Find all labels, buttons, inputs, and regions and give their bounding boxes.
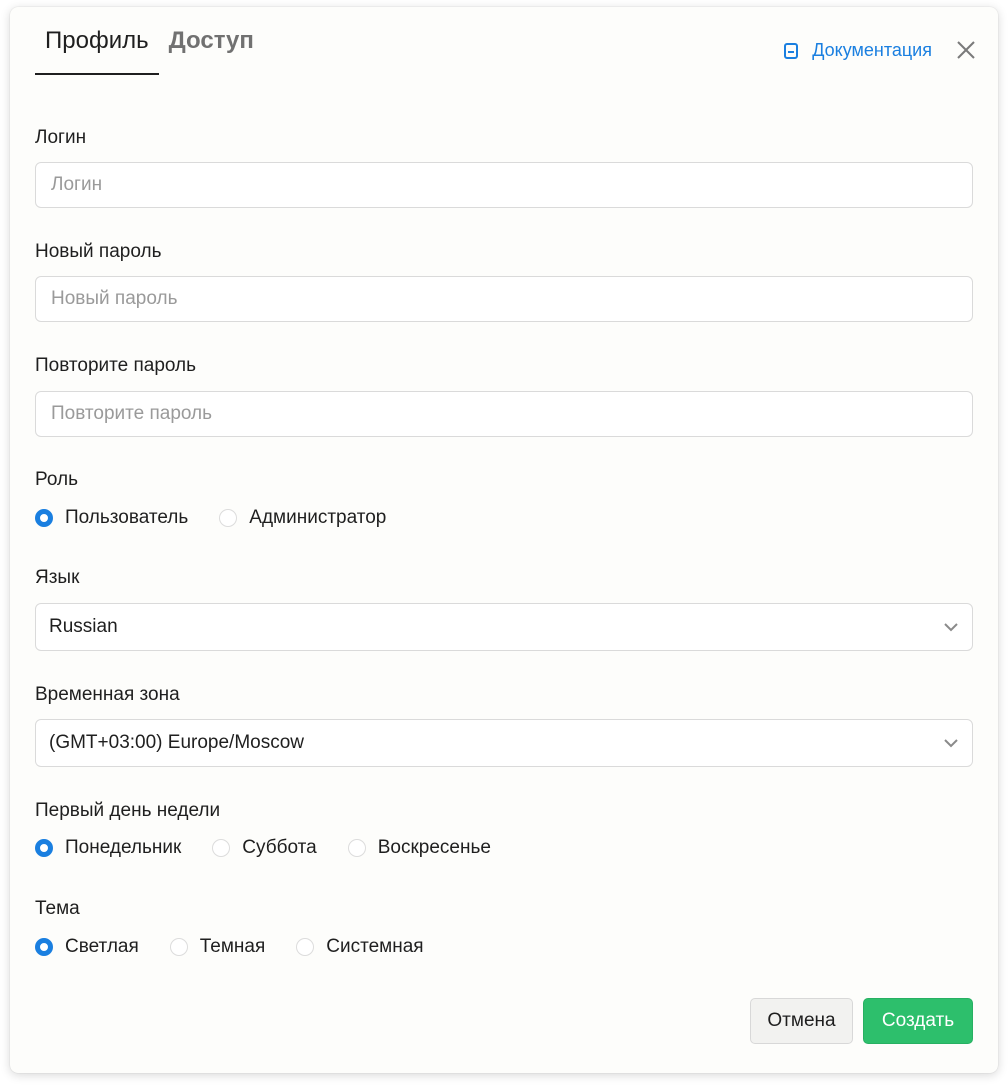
timezone-label: Временная зона: [35, 684, 180, 705]
theme-label: Тема: [35, 898, 80, 919]
first-day-option-saturday[interactable]: Суббота: [212, 837, 317, 859]
first-day-option-monday[interactable]: Понедельник: [35, 837, 181, 859]
create-button[interactable]: Создать: [863, 998, 973, 1044]
book-icon: [784, 42, 799, 59]
theme-option-dark[interactable]: Темная: [169, 936, 266, 958]
first-day-option-sunday[interactable]: Воскресенье: [347, 837, 491, 859]
radio-button-checked[interactable]: [35, 839, 53, 857]
theme-option-system-label: Системная: [326, 936, 424, 957]
theme-option-dark-label: Темная: [199, 936, 266, 957]
role-radio-group: Пользователь Администратор: [35, 507, 417, 529]
login-input[interactable]: [35, 162, 973, 208]
tab-access[interactable]: Доступ: [169, 7, 254, 73]
timezone-select-value: (GMT+03:00) Europe/Moscow: [49, 732, 305, 753]
first-day-label: Первый день недели: [35, 800, 221, 821]
radio-button[interactable]: [347, 839, 366, 857]
radio-button[interactable]: [212, 839, 231, 857]
role-option-admin-label: Администратор: [249, 507, 387, 528]
theme-option-system[interactable]: Системная: [296, 936, 424, 958]
role-option-user-label: Пользователь: [65, 507, 189, 528]
repeat-password-label: Повторите пароль: [35, 355, 197, 376]
tab-bar: Профиль Доступ: [35, 7, 264, 75]
close-icon[interactable]: [956, 40, 976, 60]
repeat-password-input[interactable]: [35, 391, 973, 437]
radio-button[interactable]: [219, 509, 238, 527]
radio-button-checked[interactable]: [35, 938, 53, 956]
cancel-button[interactable]: Отмена: [750, 998, 853, 1044]
chevron-down-icon: [943, 616, 959, 638]
documentation-link-label: Документация: [812, 40, 932, 60]
radio-button[interactable]: [169, 938, 188, 956]
documentation-link[interactable]: Документация: [784, 40, 932, 61]
user-profile-dialog: Профиль Доступ Документация Логин Новый …: [10, 7, 998, 1073]
language-select-value: Russian: [49, 616, 118, 637]
first-day-option-monday-label: Понедельник: [65, 837, 182, 858]
radio-button-checked[interactable]: [35, 509, 53, 527]
new-password-label: Новый пароль: [35, 241, 162, 262]
first-day-option-saturday-label: Суббота: [242, 837, 317, 858]
radio-button[interactable]: [296, 938, 315, 956]
chevron-down-icon: [943, 732, 959, 754]
role-option-admin[interactable]: Администратор: [219, 507, 386, 529]
tab-profile[interactable]: Профиль: [35, 7, 159, 75]
first-day-radio-group: Понедельник Суббота Воскресенье: [35, 837, 522, 859]
new-password-input[interactable]: [35, 276, 973, 322]
role-option-user[interactable]: Пользователь: [35, 507, 188, 529]
language-label: Язык: [35, 567, 80, 588]
login-label: Логин: [35, 127, 87, 148]
role-label: Роль: [35, 469, 78, 490]
timezone-select[interactable]: (GMT+03:00) Europe/Moscow: [35, 719, 973, 767]
theme-option-light-label: Светлая: [65, 936, 139, 957]
theme-radio-group: Светлая Темная Системная: [35, 936, 455, 958]
first-day-option-sunday-label: Воскресенье: [377, 837, 491, 858]
theme-option-light[interactable]: Светлая: [35, 936, 139, 958]
language-select[interactable]: Russian: [35, 603, 973, 651]
